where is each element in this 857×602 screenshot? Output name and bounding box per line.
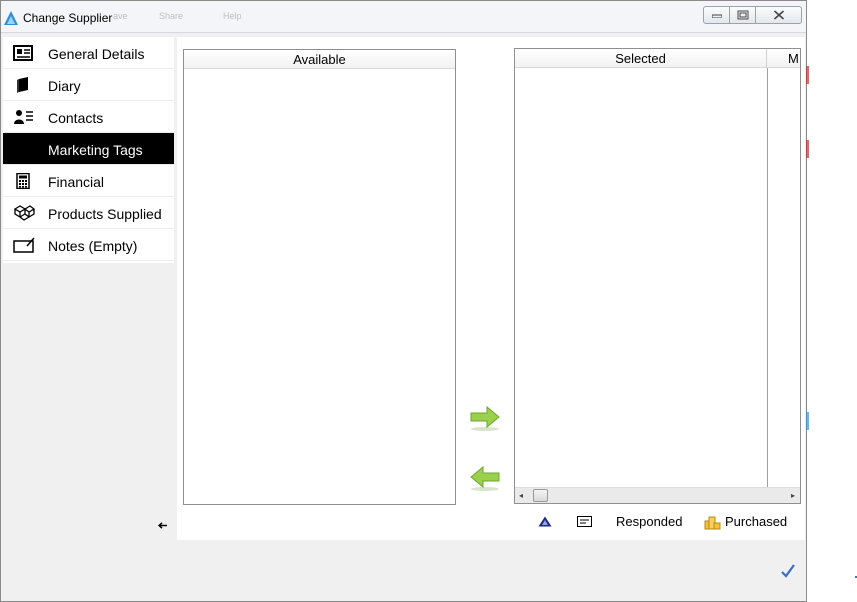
triangle-marker-icon [538, 516, 552, 527]
coins-icon [704, 516, 721, 530]
selected-list-header: Selected M [515, 49, 800, 68]
background-toolbar-ghost: ave Share Help [111, 9, 591, 25]
move-to-selected-button[interactable] [468, 404, 502, 432]
book-icon [17, 77, 28, 93]
maximize-icon [737, 10, 748, 20]
move-to-available-button[interactable] [468, 464, 502, 492]
horizontal-scrollbar[interactable]: ◂ ▸ [515, 487, 800, 503]
sidebar-item-financial[interactable]: Financial [3, 165, 174, 197]
sidebar-item-diary[interactable]: Diary [3, 69, 174, 101]
available-list[interactable]: Available [183, 49, 456, 505]
sidebar-nav: General Details Diary Contacts Marketing… [3, 37, 174, 263]
column-divider [767, 68, 768, 487]
title-bar: Change Supplier ave Share Help [1, 1, 806, 33]
maximize-button[interactable] [730, 6, 756, 24]
background-window-edge [806, 412, 809, 430]
contact-list-icon [14, 110, 33, 124]
sidebar-item-label: Marketing Tags [48, 142, 143, 158]
note-icon [13, 237, 35, 253]
confirm-check-icon[interactable] [780, 563, 796, 579]
dialog-footer [1, 541, 806, 601]
selected-list[interactable]: Selected M ◂ ▸ [514, 48, 801, 504]
sidebar-item-label: Diary [48, 78, 81, 94]
scroll-left-icon[interactable]: ◂ [519, 491, 523, 500]
window-title: Change Supplier [23, 11, 113, 25]
newspaper-icon [13, 45, 33, 61]
app-logo-icon [4, 11, 18, 25]
minimize-button[interactable] [703, 6, 730, 24]
close-button[interactable] [756, 6, 802, 24]
selected-column-header[interactable]: Selected [515, 49, 767, 68]
sidebar-item-label: Notes (Empty) [48, 238, 138, 254]
sidebar-item-label: General Details [48, 46, 145, 62]
collapse-sidebar-icon[interactable] [157, 518, 167, 532]
background-window-edge [806, 66, 809, 84]
window-controls [703, 6, 802, 24]
sidebar-item-notes[interactable]: Notes (Empty) [3, 229, 174, 261]
change-supplier-window: Change Supplier ave Share Help General D… [0, 0, 807, 602]
minimize-icon [711, 14, 722, 18]
purchased-label: Purchased [725, 514, 788, 529]
available-column-header[interactable]: Available [184, 50, 455, 69]
message-card-icon [577, 516, 592, 527]
sidebar-item-contacts[interactable]: Contacts [3, 101, 174, 133]
close-icon [773, 10, 784, 20]
ghost-label: ave [113, 11, 128, 21]
arrow-left-icon [470, 465, 500, 491]
sidebar-item-marketing-tags[interactable]: Marketing Tags [3, 133, 174, 165]
m-column-header[interactable]: M [768, 49, 799, 68]
marketing-tags-panel: Available Selected M ◂ ▸ [177, 37, 805, 540]
sidebar-item-label: Contacts [48, 110, 104, 126]
scrollbar-thumb[interactable] [533, 489, 548, 502]
arrow-right-icon [470, 405, 500, 431]
sidebar-item-label: Financial [48, 174, 105, 190]
responded-label: Responded [616, 514, 683, 529]
sidebar-item-products-supplied[interactable]: Products Supplied [3, 197, 174, 229]
calculator-icon [16, 173, 30, 189]
scroll-right-icon[interactable]: ▸ [791, 491, 795, 500]
sidebar-item-label: Products Supplied [48, 206, 162, 222]
ghost-label: Help [223, 11, 242, 21]
sidebar-item-general-details[interactable]: General Details [3, 37, 174, 69]
boxes-icon [13, 205, 35, 221]
background-window-edge [806, 140, 809, 158]
ghost-label: Share [159, 11, 184, 21]
